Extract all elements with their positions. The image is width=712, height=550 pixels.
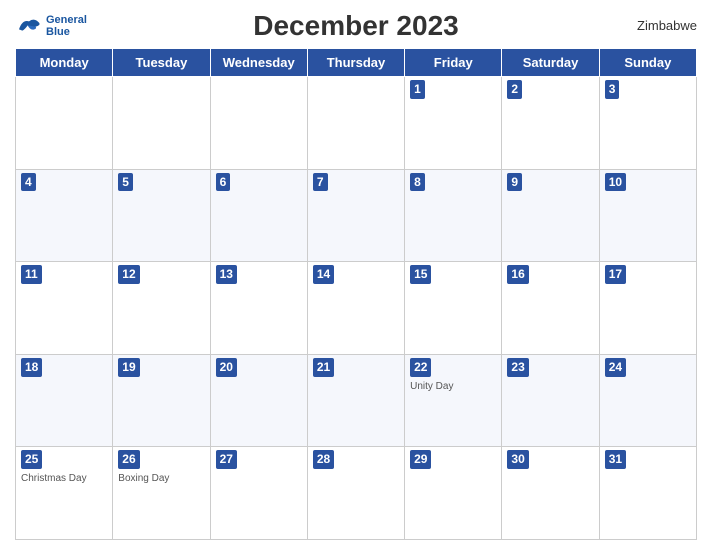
day-number: 14 <box>313 265 334 284</box>
day-number: 22 <box>410 358 431 377</box>
calendar-week-2: 4 5 6 7 8 9 10 <box>16 169 697 262</box>
day-number: 31 <box>605 450 626 469</box>
calendar-cell: 3 <box>599 77 696 170</box>
calendar-cell: 31 <box>599 447 696 540</box>
day-number: 23 <box>507 358 528 377</box>
day-number: 4 <box>21 173 36 192</box>
calendar-cell: 8 <box>405 169 502 262</box>
day-number: 11 <box>21 265 42 284</box>
logo-icon <box>15 16 43 36</box>
calendar-cell: 28 <box>307 447 404 540</box>
day-number: 13 <box>216 265 237 284</box>
calendar-cell: 11 <box>16 262 113 355</box>
event-label: Christmas Day <box>21 473 107 484</box>
calendar-cell: 10 <box>599 169 696 262</box>
weekday-header-monday: Monday <box>16 49 113 77</box>
day-number: 21 <box>313 358 334 377</box>
day-number: 15 <box>410 265 431 284</box>
calendar-week-5: 25 Christmas Day 26 Boxing Day 27 28 29 30 31 <box>16 447 697 540</box>
day-number: 2 <box>507 80 522 99</box>
calendar-cell: 4 <box>16 169 113 262</box>
calendar-week-1: 1 2 3 <box>16 77 697 170</box>
calendar-body: 12345678910111213141516171819202122Unity… <box>16 77 697 540</box>
day-number: 6 <box>216 173 231 192</box>
logo-text-blue: Blue <box>46 26 87 38</box>
calendar-cell: 14 <box>307 262 404 355</box>
calendar-cell: 17 <box>599 262 696 355</box>
calendar-header-row: MondayTuesdayWednesdayThursdayFridaySatu… <box>16 49 697 77</box>
day-number: 9 <box>507 173 522 192</box>
calendar-cell: 30 <box>502 447 599 540</box>
calendar-cell: 18 <box>16 354 113 447</box>
weekday-header-tuesday: Tuesday <box>113 49 210 77</box>
calendar-cell: 2 <box>502 77 599 170</box>
weekday-header-wednesday: Wednesday <box>210 49 307 77</box>
event-label: Boxing Day <box>118 473 204 484</box>
day-number: 3 <box>605 80 620 99</box>
day-number: 29 <box>410 450 431 469</box>
weekday-header-friday: Friday <box>405 49 502 77</box>
weekday-header-sunday: Sunday <box>599 49 696 77</box>
calendar-cell: 26 Boxing Day <box>113 447 210 540</box>
calendar-table: MondayTuesdayWednesdayThursdayFridaySatu… <box>15 48 697 540</box>
calendar-cell: 25 Christmas Day <box>16 447 113 540</box>
day-number: 8 <box>410 173 425 192</box>
calendar-cell: 7 <box>307 169 404 262</box>
logo-text-general: General <box>46 15 87 26</box>
calendar-cell <box>210 77 307 170</box>
day-number: 12 <box>118 265 139 284</box>
event-label: Unity Day <box>410 381 496 392</box>
day-number: 7 <box>313 173 328 192</box>
calendar-cell: 27 <box>210 447 307 540</box>
calendar-cell: 12 <box>113 262 210 355</box>
day-number: 30 <box>507 450 528 469</box>
day-number: 1 <box>410 80 425 99</box>
calendar-week-3: 11 12 13 14 15 16 17 <box>16 262 697 355</box>
calendar-cell: 9 <box>502 169 599 262</box>
day-number: 16 <box>507 265 528 284</box>
calendar-header: General Blue December 2023 Zimbabwe <box>15 10 697 42</box>
day-number: 5 <box>118 173 133 192</box>
calendar-cell: 22 Unity Day <box>405 354 502 447</box>
day-number: 26 <box>118 450 139 469</box>
logo: General Blue <box>15 15 87 38</box>
month-title: December 2023 <box>253 10 458 42</box>
calendar-cell <box>307 77 404 170</box>
calendar-cell: 13 <box>210 262 307 355</box>
day-number: 17 <box>605 265 626 284</box>
calendar-cell <box>113 77 210 170</box>
calendar-cell: 23 <box>502 354 599 447</box>
calendar-cell: 1 <box>405 77 502 170</box>
calendar-cell: 21 <box>307 354 404 447</box>
country-label: Zimbabwe <box>637 18 697 33</box>
day-number: 27 <box>216 450 237 469</box>
calendar-cell: 24 <box>599 354 696 447</box>
calendar-cell: 29 <box>405 447 502 540</box>
calendar-cell: 20 <box>210 354 307 447</box>
calendar-cell: 16 <box>502 262 599 355</box>
day-number: 18 <box>21 358 42 377</box>
day-number: 10 <box>605 173 626 192</box>
weekday-header-saturday: Saturday <box>502 49 599 77</box>
day-number: 20 <box>216 358 237 377</box>
calendar-week-4: 18 19 20 21 22 Unity Day 23 24 <box>16 354 697 447</box>
day-number: 28 <box>313 450 334 469</box>
day-number: 25 <box>21 450 42 469</box>
weekday-header-thursday: Thursday <box>307 49 404 77</box>
calendar-cell: 19 <box>113 354 210 447</box>
calendar-cell: 6 <box>210 169 307 262</box>
day-number: 24 <box>605 358 626 377</box>
calendar-cell <box>16 77 113 170</box>
calendar-cell: 15 <box>405 262 502 355</box>
calendar-cell: 5 <box>113 169 210 262</box>
day-number: 19 <box>118 358 139 377</box>
